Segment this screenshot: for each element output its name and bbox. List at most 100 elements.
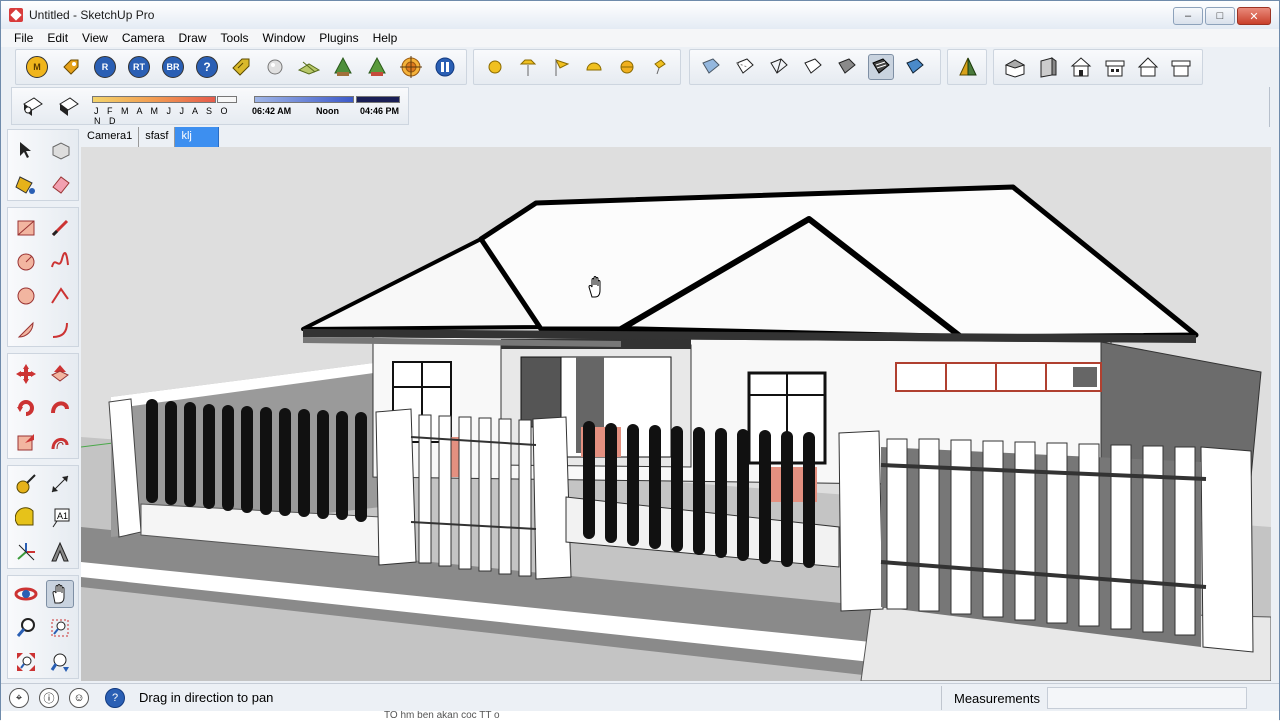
pan-icon[interactable] bbox=[46, 580, 74, 608]
geo-location-icon[interactable]: ⌖ bbox=[9, 688, 29, 708]
minimize-button[interactable]: – bbox=[1173, 7, 1203, 25]
axes-icon[interactable] bbox=[12, 538, 40, 566]
omni-light-icon[interactable] bbox=[614, 54, 639, 80]
month-slider[interactable] bbox=[92, 96, 216, 103]
menu-edit[interactable]: Edit bbox=[40, 31, 75, 45]
zoom-extents-icon[interactable] bbox=[12, 648, 40, 676]
user-icon[interactable]: ☺ bbox=[69, 688, 89, 708]
menu-file[interactable]: File bbox=[7, 31, 40, 45]
hidden-line-icon[interactable] bbox=[800, 54, 826, 80]
shadows-toolbar: J F M A M J J A S O N D 06:42 AM Noon 04… bbox=[11, 87, 409, 126]
protractor-icon[interactable] bbox=[12, 504, 40, 532]
sphere-icon[interactable] bbox=[262, 54, 288, 80]
zoom-window-icon[interactable] bbox=[46, 614, 74, 642]
paint-bucket-icon[interactable] bbox=[12, 170, 40, 198]
flag-icon[interactable] bbox=[548, 54, 573, 80]
two-point-arc-icon[interactable] bbox=[46, 316, 74, 344]
right-view-icon[interactable] bbox=[1102, 54, 1127, 80]
scene-tab-camera1[interactable]: Camera1 bbox=[81, 127, 140, 147]
make-component-icon[interactable] bbox=[46, 136, 74, 164]
line-icon[interactable] bbox=[46, 214, 74, 242]
pause-icon[interactable] bbox=[432, 54, 458, 80]
menu-tools[interactable]: Tools bbox=[214, 31, 256, 45]
window-controls: – □ ✕ bbox=[1173, 7, 1271, 25]
monochrome-icon[interactable] bbox=[902, 54, 928, 80]
text-icon[interactable]: A1 bbox=[46, 504, 74, 532]
left-view-icon[interactable] bbox=[1169, 54, 1194, 80]
plant2-icon[interactable] bbox=[364, 54, 390, 80]
credits-icon[interactable]: ⓘ bbox=[39, 688, 59, 708]
help-icon[interactable]: ? bbox=[194, 54, 220, 80]
move-icon[interactable] bbox=[12, 360, 40, 388]
plane-icon[interactable] bbox=[296, 54, 322, 80]
left-group-construction: A1 bbox=[7, 465, 79, 569]
target-icon[interactable] bbox=[398, 54, 424, 80]
push-pull-icon[interactable] bbox=[46, 360, 74, 388]
tag-icon[interactable] bbox=[58, 54, 84, 80]
wireframe-icon[interactable] bbox=[766, 54, 792, 80]
r-icon[interactable]: R bbox=[92, 54, 118, 80]
tape-measure-icon[interactable] bbox=[12, 470, 40, 498]
offset-icon[interactable] bbox=[46, 428, 74, 456]
menu-view[interactable]: View bbox=[75, 31, 115, 45]
top-view-icon[interactable] bbox=[1035, 54, 1060, 80]
status-bar: ⌖ ⓘ ☺ ? Drag in direction to pan Measure… bbox=[1, 683, 1279, 711]
xray-icon[interactable] bbox=[698, 54, 724, 80]
shaded-icon[interactable] bbox=[834, 54, 860, 80]
freehand-icon[interactable] bbox=[46, 248, 74, 276]
orbit-icon[interactable] bbox=[12, 580, 40, 608]
eraser-icon[interactable] bbox=[46, 170, 74, 198]
views-toolbar bbox=[993, 49, 1203, 85]
sketchup-logo-icon bbox=[9, 8, 23, 22]
menu-help[interactable]: Help bbox=[366, 31, 405, 45]
instructor-help-icon[interactable]: ? bbox=[105, 688, 125, 708]
scale-icon[interactable] bbox=[12, 428, 40, 456]
rotate-icon[interactable] bbox=[12, 394, 40, 422]
time-slider[interactable] bbox=[254, 96, 354, 103]
model-viewport[interactable] bbox=[81, 147, 1271, 681]
3d-text-icon[interactable] bbox=[46, 538, 74, 566]
rectangle-icon[interactable] bbox=[12, 214, 40, 242]
display-shadows-icon[interactable] bbox=[56, 94, 82, 121]
measurements-input[interactable] bbox=[1047, 687, 1247, 709]
dimension-icon[interactable] bbox=[46, 470, 74, 498]
maximize-button[interactable]: □ bbox=[1205, 7, 1235, 25]
dome-light-icon[interactable] bbox=[581, 54, 606, 80]
circle-icon[interactable] bbox=[12, 248, 40, 276]
month-slider-thumb[interactable] bbox=[217, 96, 237, 103]
scene-tab-sfasf[interactable]: sfasf bbox=[139, 127, 176, 147]
close-button[interactable]: ✕ bbox=[1237, 7, 1271, 25]
shaded-textures-icon[interactable] bbox=[868, 54, 894, 80]
menu-plugins[interactable]: Plugins bbox=[312, 31, 365, 45]
back-view-icon[interactable] bbox=[1135, 54, 1160, 80]
select-icon[interactable] bbox=[12, 136, 40, 164]
left-group-camera bbox=[7, 575, 79, 679]
label-tag-icon[interactable] bbox=[228, 54, 254, 80]
menu-camera[interactable]: Camera bbox=[115, 31, 172, 45]
time-noon-label: Noon bbox=[316, 106, 339, 116]
previous-view-icon[interactable] bbox=[46, 648, 74, 676]
scene-tab-klj[interactable]: klj bbox=[175, 127, 220, 147]
sun-icon[interactable] bbox=[482, 54, 507, 80]
front-view-icon[interactable] bbox=[1069, 54, 1094, 80]
plant-icon[interactable] bbox=[330, 54, 356, 80]
back-edges-icon[interactable] bbox=[732, 54, 758, 80]
m-icon[interactable]: M bbox=[24, 54, 50, 80]
section-plane-icon[interactable] bbox=[956, 54, 980, 80]
follow-me-icon[interactable] bbox=[46, 394, 74, 422]
menu-draw[interactable]: Draw bbox=[172, 31, 214, 45]
main-toolbar-row: M R RT BR ? bbox=[1, 47, 1279, 87]
rt-icon[interactable]: RT bbox=[126, 54, 152, 80]
pin-light-icon[interactable] bbox=[647, 54, 672, 80]
spotlight-icon[interactable] bbox=[515, 54, 540, 80]
arc-icon[interactable] bbox=[46, 282, 74, 310]
zoom-icon[interactable] bbox=[12, 614, 40, 642]
iso-view-icon[interactable] bbox=[1002, 54, 1027, 80]
time-slider-end[interactable] bbox=[356, 96, 400, 103]
pie-icon[interactable] bbox=[12, 316, 40, 344]
shadow-settings-icon[interactable] bbox=[20, 94, 46, 121]
measurements-label: Measurements bbox=[941, 686, 1047, 710]
br-icon[interactable]: BR bbox=[160, 54, 186, 80]
polygon-icon[interactable] bbox=[12, 282, 40, 310]
menu-window[interactable]: Window bbox=[256, 31, 313, 45]
